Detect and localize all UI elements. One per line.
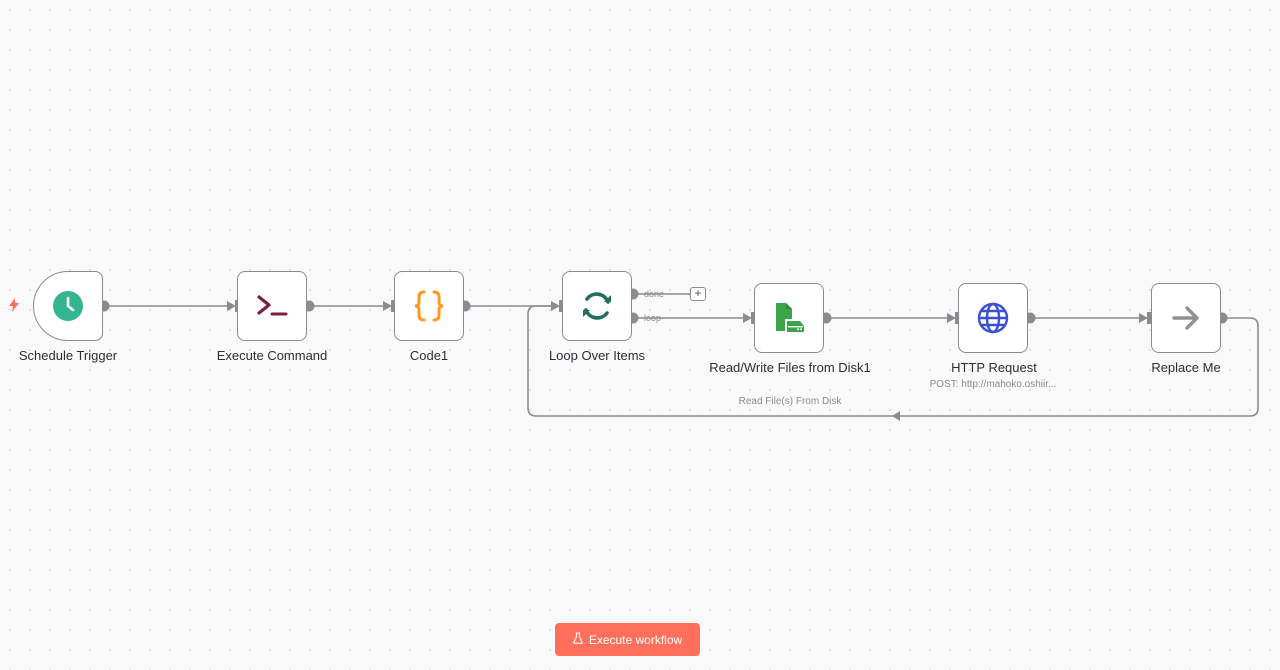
refresh-icon [580, 289, 614, 323]
node-label: Loop Over Items [548, 348, 646, 363]
node-subtitle: Read File(s) From Disk [738, 396, 842, 407]
node-read-write-files[interactable] [754, 283, 824, 353]
arrowhead [892, 411, 900, 421]
execute-workflow-label: Execute workflow [588, 632, 683, 647]
node-label: Schedule Trigger [18, 348, 118, 363]
globe-icon [977, 302, 1009, 334]
node-code1[interactable] [394, 271, 464, 341]
arrowhead [383, 301, 392, 311]
node-loop-over-items[interactable] [562, 271, 632, 341]
workflow-canvas[interactable] [0, 0, 1280, 670]
braces-icon [413, 289, 445, 323]
node-label: Execute Command [216, 348, 328, 363]
node-schedule-trigger[interactable] [33, 271, 103, 341]
node-replace-me[interactable] [1151, 283, 1221, 353]
flask-icon [572, 632, 583, 647]
node-http-request[interactable] [958, 283, 1028, 353]
arrowhead [551, 301, 560, 311]
node-label: Replace Me [1151, 360, 1221, 375]
file-drive-icon [773, 302, 805, 334]
node-label: Read/Write Files from Disk1 [709, 360, 871, 375]
arrow-right-icon [1171, 305, 1201, 331]
bolt-icon [8, 298, 20, 317]
output-label-done: done [644, 289, 665, 299]
node-label: HTTP Request [951, 360, 1037, 375]
arrowhead [227, 301, 236, 311]
node-execute-command[interactable] [237, 271, 307, 341]
add-node-button[interactable]: + [690, 287, 706, 301]
arrowhead [1139, 313, 1148, 323]
node-label: Code1 [409, 348, 449, 363]
node-subtitle: POST: http://mahoko.oshiir... [929, 379, 1057, 390]
output-label-loop: loop [644, 313, 662, 323]
arrowhead [947, 313, 956, 323]
execute-workflow-button[interactable]: Execute workflow [555, 623, 700, 656]
clock-icon [53, 291, 83, 321]
terminal-icon [256, 294, 288, 318]
arrowhead [743, 313, 752, 323]
